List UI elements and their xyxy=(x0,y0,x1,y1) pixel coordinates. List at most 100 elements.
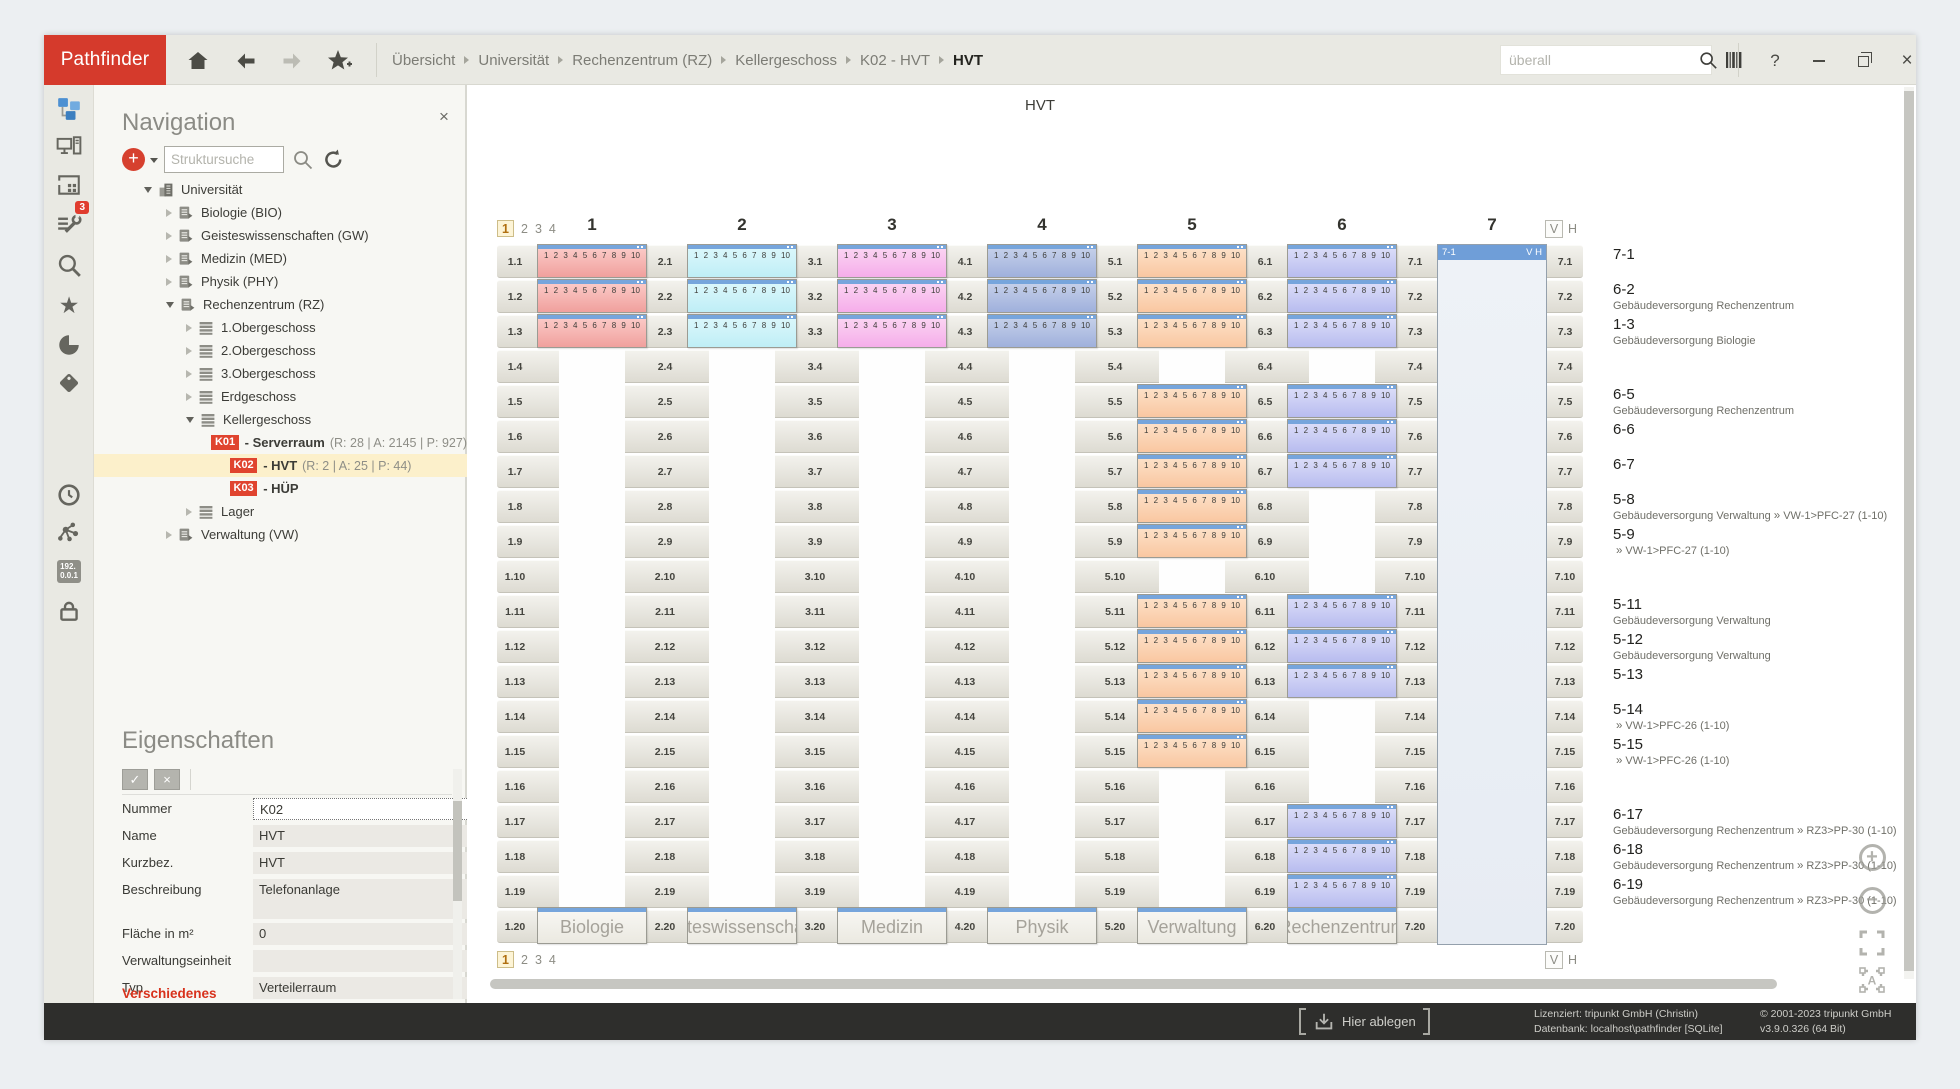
rack-row-label[interactable]: 2.1 xyxy=(647,245,683,278)
patch-panel[interactable]: 12345678910 xyxy=(537,314,647,348)
rack-row-label[interactable]: 7.14 xyxy=(1397,700,1433,733)
patch-panel[interactable]: 12345678910 xyxy=(1137,244,1247,278)
rack-row-label[interactable]: 2.10 xyxy=(647,560,683,593)
rail-item-tag[interactable] xyxy=(44,365,94,401)
rack-row-label[interactable]: 5.15 xyxy=(1097,735,1133,768)
rack-row-label[interactable]: 7.18 xyxy=(1547,840,1583,873)
page-button-4[interactable]: 4 xyxy=(549,953,556,967)
add-dropdown-caret-icon[interactable] xyxy=(150,158,158,163)
connection-title[interactable]: 6-6 xyxy=(1613,421,1909,438)
rack-row-label[interactable]: 2.18 xyxy=(647,840,683,873)
page-button-1[interactable]: 1 xyxy=(497,951,514,968)
rack-row-label[interactable]: 7.19 xyxy=(1397,875,1433,908)
expander-open-icon[interactable] xyxy=(186,417,194,423)
refresh-icon[interactable] xyxy=(322,148,345,176)
rack-row-label[interactable]: 5.18 xyxy=(1097,840,1133,873)
rack-row-label[interactable]: 1.20 xyxy=(497,910,533,943)
rack-row-label[interactable]: 4.10 xyxy=(947,560,983,593)
property-value-input[interactable]: HVT xyxy=(253,825,469,847)
rack-footer-panel[interactable]: Medizin xyxy=(837,907,947,944)
rack-row-label[interactable]: 7.18 xyxy=(1397,840,1433,873)
rack-row-label[interactable]: 4.15 xyxy=(947,735,983,768)
patch-panel[interactable]: 12345678910 xyxy=(987,314,1097,348)
patch-panel[interactable]: 12345678910 xyxy=(1287,279,1397,313)
rack-row-label[interactable]: 1.7 xyxy=(497,455,533,488)
breadcrumb-item[interactable]: K02 - HVT xyxy=(860,52,930,69)
rack-row-label[interactable]: 4.20 xyxy=(947,910,983,943)
rack-row-label[interactable]: 2.14 xyxy=(647,700,683,733)
rack-row-label[interactable]: 5.14 xyxy=(1097,700,1133,733)
rack-row-label[interactable]: 5.4 xyxy=(1097,350,1133,383)
rack-row-label[interactable]: 7.15 xyxy=(1397,735,1433,768)
rack-row-label[interactable]: 4.13 xyxy=(947,665,983,698)
home-button[interactable] xyxy=(184,47,212,75)
rail-item-search[interactable] xyxy=(44,247,94,283)
breadcrumb-item[interactable]: Rechenzentrum (RZ) xyxy=(572,52,712,69)
rack-row-label[interactable]: 2.11 xyxy=(647,595,683,628)
rack-row-label[interactable]: 6.18 xyxy=(1247,840,1283,873)
rack-row-label[interactable]: 1.12 xyxy=(497,630,533,663)
rack-row-label[interactable]: 1.14 xyxy=(497,700,533,733)
rack-row-label[interactable]: 3.2 xyxy=(797,280,833,313)
view-button-v[interactable]: V xyxy=(1545,951,1563,969)
expander-open-icon[interactable] xyxy=(144,187,152,193)
patch-panel[interactable]: 12345678910 xyxy=(537,244,647,278)
patch-panel[interactable]: 12345678910 xyxy=(1137,699,1247,733)
rack-row-label[interactable]: 5.5 xyxy=(1097,385,1133,418)
breadcrumb-item[interactable]: Kellergeschoss xyxy=(735,52,837,69)
rail-item-floorplan[interactable] xyxy=(44,167,94,203)
rack-row-label[interactable]: 4.18 xyxy=(947,840,983,873)
rack-row-label[interactable]: 3.8 xyxy=(797,490,833,523)
rack-row-label[interactable]: 2.2 xyxy=(647,280,683,313)
connection-title[interactable]: 1-3 xyxy=(1613,316,1909,333)
rail-item-lock[interactable] xyxy=(44,593,94,629)
view-button-h[interactable]: H xyxy=(1568,222,1577,236)
patch-panel[interactable]: 12345678910 xyxy=(1137,419,1247,453)
vertical-scrollbar[interactable] xyxy=(1904,87,1914,979)
expander-closed-icon[interactable] xyxy=(186,508,192,516)
rack-row-label[interactable]: 7.10 xyxy=(1547,560,1583,593)
rack-row-label[interactable]: 1.4 xyxy=(497,350,533,383)
rack-row-label[interactable]: 5.12 xyxy=(1097,630,1133,663)
rack-row-label[interactable]: 6.2 xyxy=(1247,280,1283,313)
app-logo[interactable]: Pathfinder xyxy=(44,35,166,85)
rack-row-label[interactable]: 1.17 xyxy=(497,805,533,838)
rack-row-label[interactable]: 2.15 xyxy=(647,735,683,768)
patch-panel[interactable]: 12345678910 xyxy=(1287,839,1397,873)
rack-row-label[interactable]: 4.4 xyxy=(947,350,983,383)
breadcrumb-item[interactable]: Übersicht xyxy=(392,52,455,69)
search-icon[interactable] xyxy=(1698,50,1718,70)
structure-search-input[interactable] xyxy=(164,146,284,173)
horizontal-scrollbar[interactable] xyxy=(490,979,1777,989)
rack-row-label[interactable]: 5.19 xyxy=(1097,875,1133,908)
patch-panel[interactable]: 12345678910 xyxy=(987,279,1097,313)
expander-closed-icon[interactable] xyxy=(166,278,172,286)
rack-row-label[interactable]: 4.9 xyxy=(947,525,983,558)
rack-row-label[interactable]: 4.6 xyxy=(947,420,983,453)
drop-target[interactable]: Hier ablegen xyxy=(1299,1003,1430,1040)
patch-panel[interactable]: 12345678910 xyxy=(1137,489,1247,523)
fit-view-button[interactable] xyxy=(1857,928,1887,958)
rack-row-label[interactable]: 4.5 xyxy=(947,385,983,418)
rack-row-label[interactable]: 7.11 xyxy=(1547,595,1583,628)
rack-row-label[interactable]: 3.12 xyxy=(797,630,833,663)
rack-row-label[interactable]: 4.7 xyxy=(947,455,983,488)
rack-row-label[interactable]: 7.16 xyxy=(1547,770,1583,803)
connection-link[interactable]: VW-1>PFC-26 (1-10) xyxy=(1625,720,1729,732)
tree-item[interactable]: Erdgeschoss xyxy=(94,385,467,408)
rack-footer-panel[interactable]: Rechenzentrum xyxy=(1287,907,1397,944)
rack-row-label[interactable]: 3.3 xyxy=(797,315,833,348)
connection-title[interactable]: 7-1 xyxy=(1613,246,1909,263)
rack-row-label[interactable]: 3.17 xyxy=(797,805,833,838)
rack-row-label[interactable]: 7.3 xyxy=(1397,315,1433,348)
rack-row-label[interactable]: 6.8 xyxy=(1247,490,1283,523)
rack-row-label[interactable]: 7.20 xyxy=(1547,910,1583,943)
rack-row-label[interactable]: 7.5 xyxy=(1547,385,1583,418)
tree-item[interactable]: Biologie (BIO) xyxy=(94,201,467,224)
page-button-1[interactable]: 1 xyxy=(497,220,514,237)
patch-panel[interactable]: 12345678910 xyxy=(1287,664,1397,698)
rack-footer-panel[interactable]: Biologie xyxy=(537,907,647,944)
patch-panel[interactable]: 12345678910 xyxy=(1137,314,1247,348)
rack-row-label[interactable]: 2.19 xyxy=(647,875,683,908)
rack-row-label[interactable]: 6.4 xyxy=(1247,350,1283,383)
